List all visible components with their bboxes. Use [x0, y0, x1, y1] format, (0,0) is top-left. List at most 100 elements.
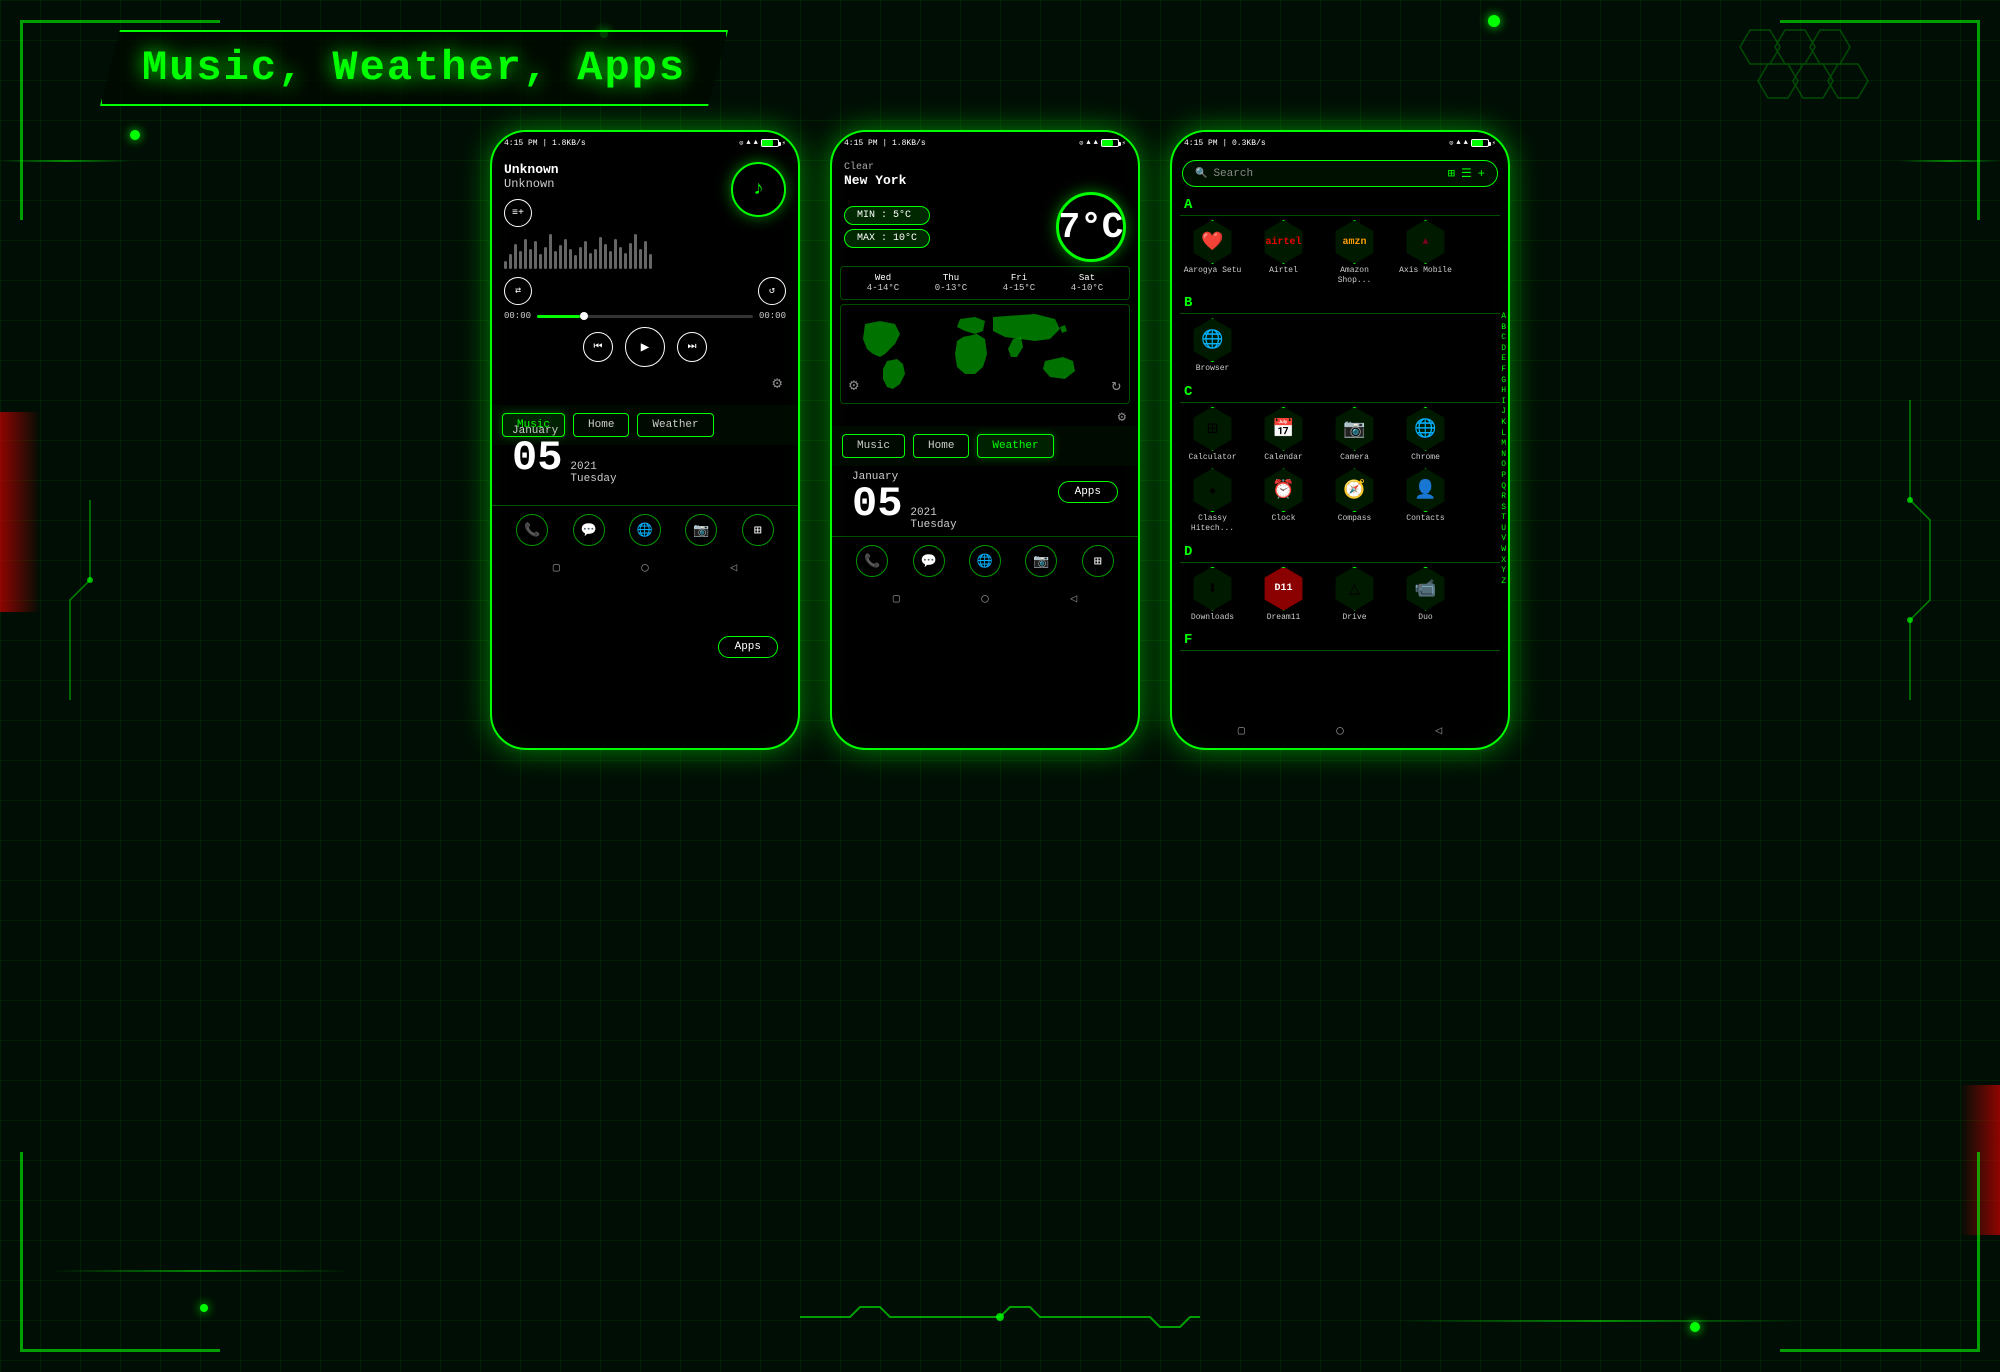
progress-track[interactable] — [537, 315, 753, 318]
alpha-z[interactable]: Z — [1501, 577, 1506, 587]
refresh-icon[interactable]: ↻ — [1111, 375, 1121, 395]
add-apps-icon[interactable]: + — [1478, 167, 1485, 181]
alpha-o[interactable]: O — [1501, 460, 1506, 470]
app-camera[interactable]: 📷 Camera — [1322, 407, 1387, 463]
settings-icon[interactable]: ⚙ — [772, 375, 782, 393]
dock-phone-1[interactable]: 📞 — [516, 514, 548, 546]
alpha-q[interactable]: Q — [1501, 482, 1506, 492]
dock-camera-2[interactable]: 📷 — [1025, 545, 1057, 577]
app-calculator[interactable]: ⊞ Calculator — [1180, 407, 1245, 463]
apps-list: A ❤️ Aarogya Setu airtel Airtel amzn — [1172, 193, 1508, 653]
apps-button-1[interactable]: Apps — [718, 636, 778, 658]
wave-bar — [604, 244, 607, 269]
add-queue-button[interactable]: ≡+ — [504, 199, 532, 227]
app-airtel[interactable]: airtel Airtel — [1251, 220, 1316, 285]
app-calendar[interactable]: 📅 Calendar — [1251, 407, 1316, 463]
alpha-s[interactable]: S — [1501, 503, 1506, 513]
progress-bar[interactable]: 00:00 00:00 — [504, 311, 786, 321]
dock-browser-1[interactable]: 🌐 — [629, 514, 661, 546]
list-view-icon[interactable]: ☰ — [1461, 166, 1472, 181]
alpha-n[interactable]: N — [1501, 450, 1506, 460]
alpha-j[interactable]: J — [1501, 407, 1506, 417]
browser-icon: 🌐 — [637, 523, 653, 538]
app-clock[interactable]: ⏰ Clock — [1251, 468, 1316, 533]
alpha-r[interactable]: R — [1501, 492, 1506, 502]
app-dream11[interactable]: D11 Dream11 — [1251, 567, 1316, 623]
alpha-k[interactable]: K — [1501, 418, 1506, 428]
app-aarogya[interactable]: ❤️ Aarogya Setu — [1180, 220, 1245, 285]
alpha-c[interactable]: C — [1501, 333, 1506, 343]
alpha-d[interactable]: D — [1501, 344, 1506, 354]
alpha-i[interactable]: I — [1501, 397, 1506, 407]
app-browser[interactable]: 🌐 Browser — [1180, 318, 1245, 374]
alpha-p[interactable]: P — [1501, 471, 1506, 481]
weather-settings-icon[interactable]: ⚙ — [1118, 410, 1126, 426]
alpha-b[interactable]: B — [1501, 323, 1506, 333]
nav-square-2[interactable]: ▢ — [893, 591, 900, 606]
alpha-w[interactable]: W — [1501, 545, 1506, 555]
search-input[interactable]: Search — [1213, 168, 1441, 180]
tab-weather-2[interactable]: Weather — [977, 434, 1053, 458]
wave-bar — [509, 254, 512, 269]
tab-weather-1[interactable]: Weather — [637, 413, 713, 437]
play-button[interactable]: ▶ — [625, 327, 665, 367]
alpha-t[interactable]: T — [1501, 513, 1506, 523]
apps-header-icons: ⊞ ☰ + — [1448, 166, 1485, 181]
drive-icon: △ — [1349, 578, 1360, 600]
alpha-e[interactable]: E — [1501, 354, 1506, 364]
shuffle-button[interactable]: ⇄ — [504, 277, 532, 305]
app-duo[interactable]: 📹 Duo — [1393, 567, 1458, 623]
alphabet-index: A B C D E F G H I J K L M N O P Q R S T … — [1501, 312, 1506, 586]
alpha-m[interactable]: M — [1501, 439, 1506, 449]
next-button[interactable]: ⏭ — [677, 332, 707, 362]
nav-back-2[interactable]: ◁ — [1070, 591, 1077, 606]
nav-circle-1[interactable]: ◯ — [641, 560, 648, 575]
wave-bar — [629, 243, 632, 269]
dock-message-1[interactable]: 💬 — [573, 514, 605, 546]
dock-message-2[interactable]: 💬 — [913, 545, 945, 577]
app-downloads[interactable]: ⬇ Downloads — [1180, 567, 1245, 623]
dock-whatsapp-2[interactable]: ⊞ — [1082, 545, 1114, 577]
app-contacts[interactable]: 👤 Contacts — [1393, 468, 1458, 533]
apps-button-2[interactable]: Apps — [1058, 481, 1118, 503]
apps-row-c1: ⊞ Calculator 📅 Calendar 📷 Camera — [1180, 407, 1500, 463]
app-classy[interactable]: ◈ Classy Hitech... — [1180, 468, 1245, 533]
alpha-y[interactable]: Y — [1501, 566, 1506, 576]
nav-circle-3[interactable]: ◯ — [1336, 723, 1343, 738]
app-label-contacts: Contacts — [1406, 514, 1444, 524]
app-drive[interactable]: △ Drive — [1322, 567, 1387, 623]
alpha-v[interactable]: V — [1501, 534, 1506, 544]
alpha-u[interactable]: U — [1501, 524, 1506, 534]
date-widget-2: January 05 2021 Tuesday Apps — [832, 466, 1138, 536]
tab-music-2[interactable]: Music — [842, 434, 905, 458]
nav-back-1[interactable]: ◁ — [730, 560, 737, 575]
dock-browser-2[interactable]: 🌐 — [969, 545, 1001, 577]
search-icon: 🔍 — [1195, 168, 1207, 180]
alpha-f[interactable]: F — [1501, 365, 1506, 375]
alpha-a[interactable]: A — [1501, 312, 1506, 322]
battery-indicator-2 — [1101, 139, 1119, 147]
prev-button[interactable]: ⏮ — [583, 332, 613, 362]
alpha-g[interactable]: G — [1501, 376, 1506, 386]
grid-view-icon[interactable]: ⊞ — [1448, 166, 1455, 181]
app-amazon[interactable]: amzn Amazon Shop... — [1322, 220, 1387, 285]
nav-back-3[interactable]: ◁ — [1435, 723, 1442, 738]
nav-circle-2[interactable]: ◯ — [981, 591, 988, 606]
dock-camera-1[interactable]: 📷 — [685, 514, 717, 546]
app-label-browser: Browser — [1196, 364, 1230, 374]
classy-icon: ◈ — [1209, 483, 1216, 498]
dock-whatsapp-1[interactable]: ⊞ — [742, 514, 774, 546]
search-bar[interactable]: 🔍 Search ⊞ ☰ + — [1182, 160, 1498, 187]
app-compass[interactable]: 🧭 Compass — [1322, 468, 1387, 533]
nav-square-1[interactable]: ▢ — [553, 560, 560, 575]
nav-square-3[interactable]: ▢ — [1238, 723, 1245, 738]
repeat-button[interactable]: ↺ — [758, 277, 786, 305]
app-chrome[interactable]: 🌐 Chrome — [1393, 407, 1458, 463]
dock-phone-2[interactable]: 📞 — [856, 545, 888, 577]
app-axis[interactable]: ▲ Axis Mobile — [1393, 220, 1458, 285]
alpha-h[interactable]: H — [1501, 386, 1506, 396]
alpha-l[interactable]: L — [1501, 429, 1506, 439]
tab-home-2[interactable]: Home — [913, 434, 969, 458]
map-settings-icon[interactable]: ⚙ — [849, 375, 859, 395]
alpha-x[interactable]: X — [1501, 556, 1506, 566]
